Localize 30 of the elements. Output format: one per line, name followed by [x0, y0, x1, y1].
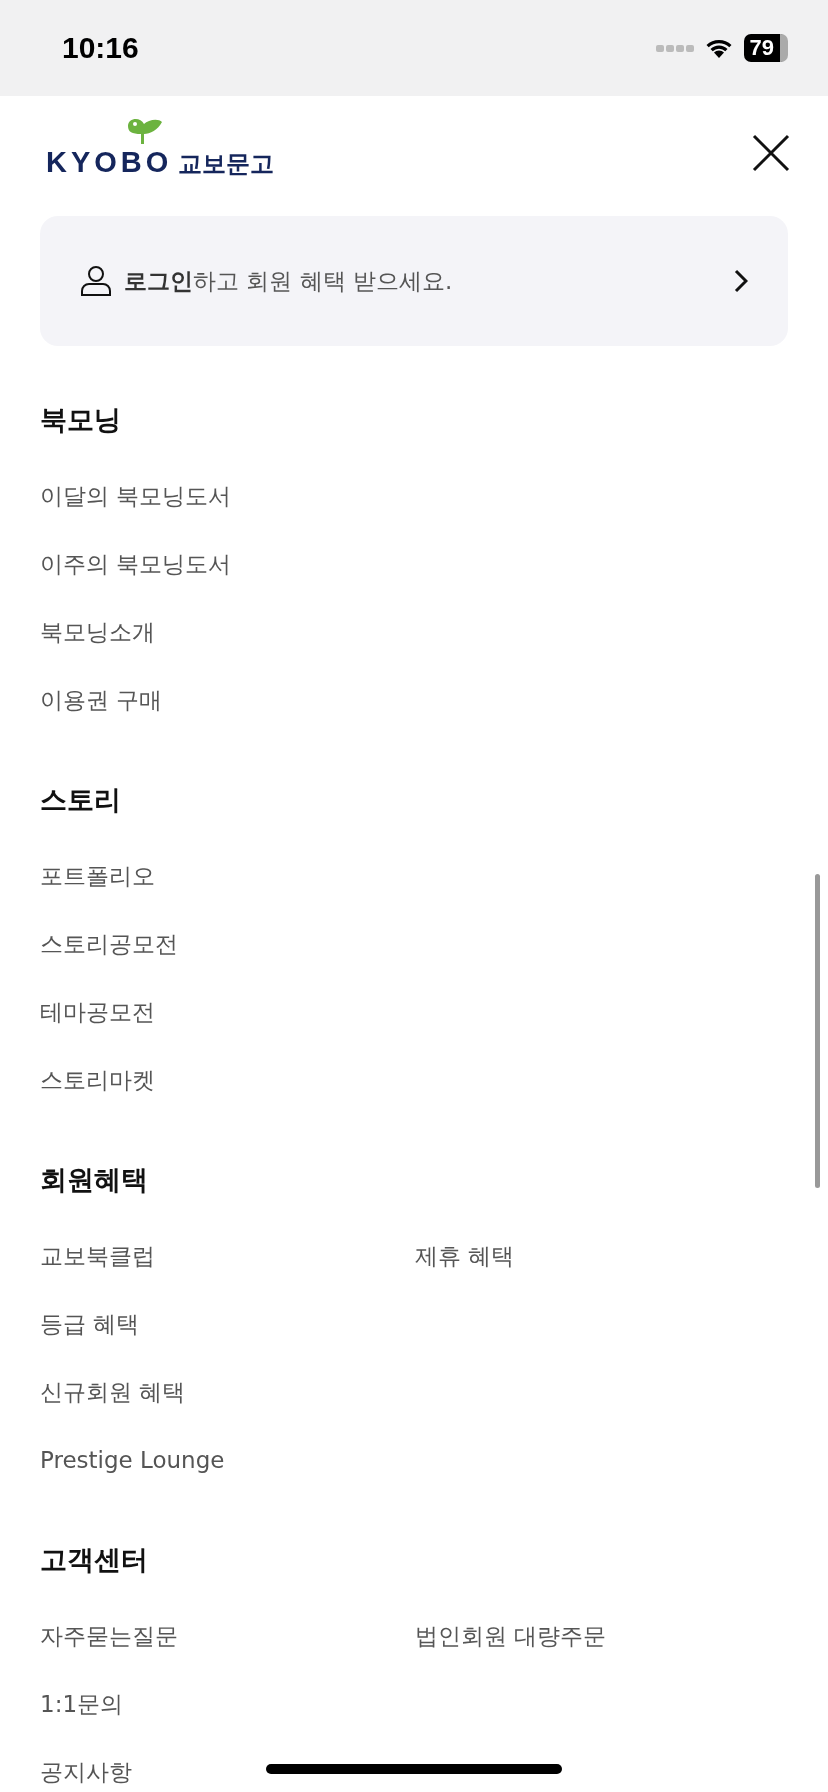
person-icon [80, 265, 112, 297]
menu-link[interactable]: 이주의 북모닝도서 [40, 530, 232, 598]
menu-link[interactable]: 포트폴리오 [40, 842, 155, 910]
menu-link[interactable]: 테마공모전 [40, 978, 155, 1046]
section-heading: 고객센터 [40, 1543, 149, 1577]
menu-link[interactable]: 이용권 구매 [40, 666, 163, 734]
menu-link[interactable]: 이달의 북모닝도서 [40, 462, 232, 530]
section-heading: 회원혜택 [40, 1163, 149, 1197]
menu-link[interactable]: 등급 혜택 [40, 1290, 140, 1358]
menu-link[interactable]: 공지사항 [40, 1738, 132, 1792]
close-button[interactable] [752, 134, 790, 172]
menu-link[interactable]: 제휴 혜택 [415, 1222, 515, 1290]
menu-link[interactable]: 자주묻는질문 [40, 1602, 178, 1670]
menu-link[interactable]: Prestige Lounge [40, 1426, 225, 1494]
menu-link[interactable]: 1:1문의 [40, 1670, 123, 1738]
status-time: 10:16 [62, 31, 139, 65]
battery-indicator: 79 [743, 34, 788, 62]
menu-link[interactable]: 교보북클럽 [40, 1222, 155, 1290]
cellular-signal-icon [655, 43, 694, 53]
menu-link[interactable]: 법인회원 대량주문 [415, 1602, 607, 1670]
menu-link[interactable]: 북모닝소개 [40, 598, 155, 666]
login-banner[interactable]: 로그인하고 회원 혜택 받으세요. [40, 216, 788, 346]
section-heading: 북모닝 [40, 403, 122, 437]
menu-link[interactable]: 스토리공모전 [40, 910, 178, 978]
section-heading: 스토리 [40, 783, 122, 817]
kyobo-logo[interactable]: KYOBO 교보문고 [46, 116, 275, 180]
close-icon [752, 134, 790, 172]
menu-link[interactable]: 스토리마켓 [40, 1046, 155, 1114]
menu-link[interactable]: 신규회원 혜택 [40, 1358, 186, 1426]
chevron-right-icon [734, 269, 748, 293]
